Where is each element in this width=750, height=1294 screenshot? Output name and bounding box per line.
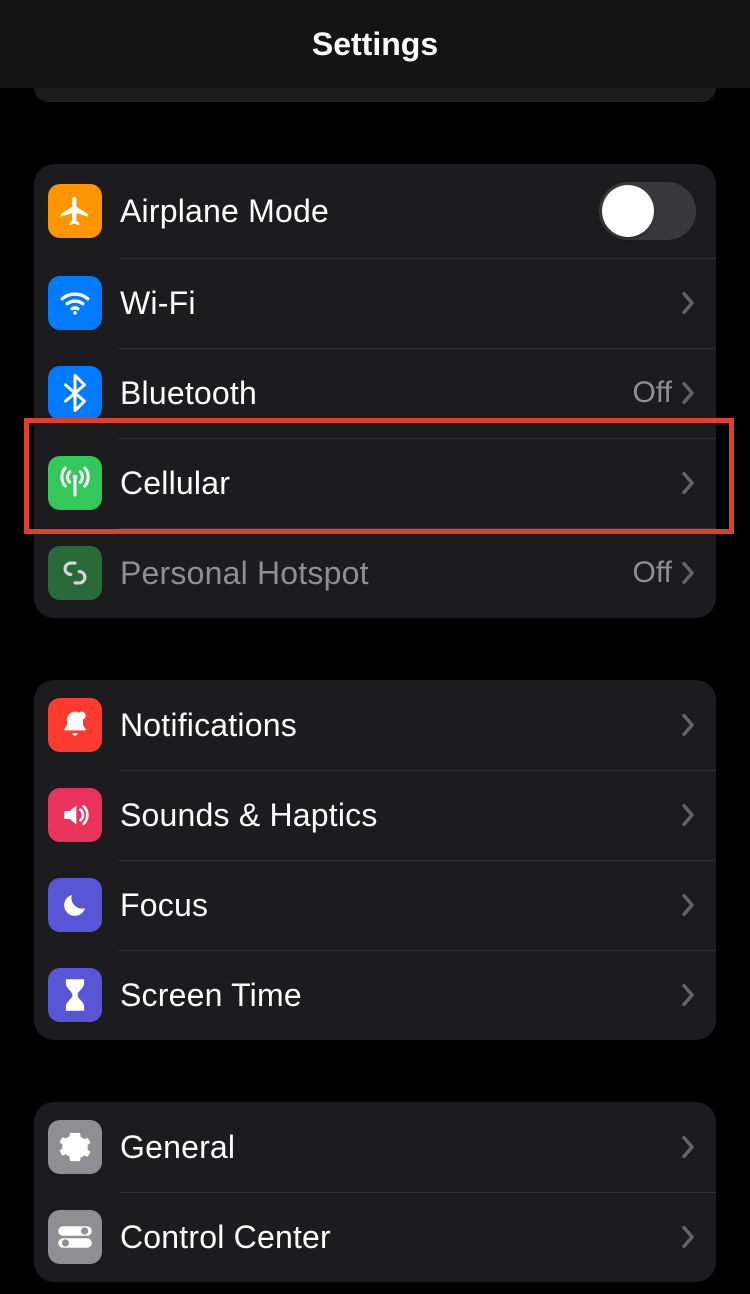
moon-icon xyxy=(48,878,102,932)
row-value: Off xyxy=(633,376,672,410)
group-connectivity: Airplane Mode Wi-Fi Bluetooth Off xyxy=(34,164,716,618)
chevron-right-icon xyxy=(680,470,696,496)
row-screen-time[interactable]: Screen Time xyxy=(34,950,716,1040)
airplane-mode-toggle[interactable] xyxy=(599,182,696,240)
row-label: Control Center xyxy=(120,1219,680,1256)
row-label: Bluetooth xyxy=(120,375,633,412)
row-notifications[interactable]: Notifications xyxy=(34,680,716,770)
gear-icon xyxy=(48,1120,102,1174)
row-general[interactable]: General xyxy=(34,1102,716,1192)
chevron-right-icon xyxy=(680,560,696,586)
row-control-center[interactable]: Control Center xyxy=(34,1192,716,1282)
row-label: General xyxy=(120,1129,680,1166)
row-label: Sounds & Haptics xyxy=(120,797,680,834)
chevron-right-icon xyxy=(680,1224,696,1250)
row-airplane-mode[interactable]: Airplane Mode xyxy=(34,164,716,258)
link-icon xyxy=(48,546,102,600)
row-bluetooth[interactable]: Bluetooth Off xyxy=(34,348,716,438)
header: Settings xyxy=(0,0,750,88)
chevron-right-icon xyxy=(680,712,696,738)
bluetooth-icon xyxy=(48,366,102,420)
row-cellular[interactable]: Cellular xyxy=(34,438,716,528)
page-title: Settings xyxy=(312,26,438,63)
chevron-right-icon xyxy=(680,290,696,316)
row-label: Cellular xyxy=(120,465,680,502)
chevron-right-icon xyxy=(680,982,696,1008)
row-personal-hotspot[interactable]: Personal Hotspot Off xyxy=(34,528,716,618)
antenna-icon xyxy=(48,456,102,510)
row-label: Notifications xyxy=(120,707,680,744)
bell-icon xyxy=(48,698,102,752)
row-label: Personal Hotspot xyxy=(120,555,633,592)
hourglass-icon xyxy=(48,968,102,1022)
row-label: Screen Time xyxy=(120,977,680,1014)
chevron-right-icon xyxy=(680,892,696,918)
account-card-peek[interactable] xyxy=(34,88,716,102)
chevron-right-icon xyxy=(680,380,696,406)
settings-groups: Airplane Mode Wi-Fi Bluetooth Off xyxy=(0,164,750,1282)
row-focus[interactable]: Focus xyxy=(34,860,716,950)
row-value: Off xyxy=(633,556,672,590)
row-wifi[interactable]: Wi-Fi xyxy=(34,258,716,348)
row-label: Focus xyxy=(120,887,680,924)
group-general: General Control Center xyxy=(34,1102,716,1282)
row-label: Airplane Mode xyxy=(120,193,599,230)
chevron-right-icon xyxy=(680,802,696,828)
speaker-icon xyxy=(48,788,102,842)
chevron-right-icon xyxy=(680,1134,696,1160)
row-label: Wi-Fi xyxy=(120,285,672,322)
group-attention: Notifications Sounds & Haptics Focus xyxy=(34,680,716,1040)
row-sounds-haptics[interactable]: Sounds & Haptics xyxy=(34,770,716,860)
wifi-icon xyxy=(48,276,102,330)
airplane-icon xyxy=(48,184,102,238)
toggles-icon xyxy=(48,1210,102,1264)
